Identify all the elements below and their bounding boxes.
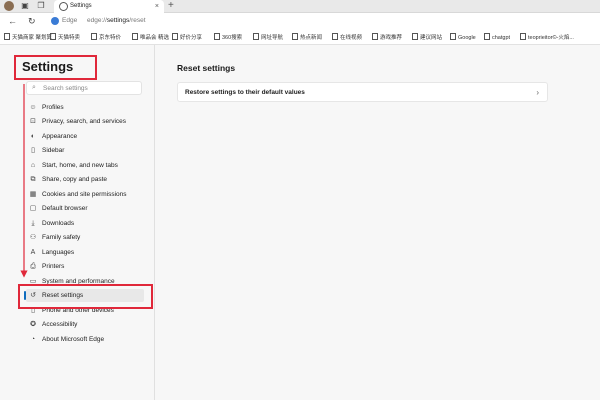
favorite-item[interactable]: 天猫特卖: [50, 33, 80, 43]
url-field[interactable]: Edge edge://settings/reset: [62, 16, 146, 26]
search-icon: ⌕: [32, 84, 36, 91]
page-icon: [132, 33, 138, 40]
favorite-item[interactable]: 游戏推荐: [372, 33, 402, 43]
page-icon: [332, 33, 338, 40]
person-icon: ☺: [29, 104, 37, 111]
language-icon: A: [30, 249, 36, 256]
favorite-item[interactable]: teoprieitor©-火焰...: [520, 33, 574, 43]
page-title: Reset settings: [177, 63, 236, 73]
sidebar-icon: ▯: [31, 147, 35, 154]
sidebar-item-default-browser[interactable]: ▢ Default browser: [26, 202, 144, 215]
restore-defaults-label: Restore settings to their default values: [185, 89, 305, 96]
edge-logo-icon: [51, 17, 59, 25]
sidebar-item-printers[interactable]: ⎙ Printers: [26, 260, 144, 273]
reset-icon: ↺: [30, 292, 36, 299]
favorite-item[interactable]: Google: [450, 33, 476, 43]
home-icon: ⌂: [30, 162, 36, 169]
sidebar-item-reset-settings[interactable]: ↺ Reset settings: [24, 289, 144, 302]
back-button[interactable]: ←: [8, 16, 17, 26]
page-icon: [4, 33, 10, 40]
sidebar-item-downloads[interactable]: ⤓ Downloads: [26, 217, 144, 230]
page-icon: [253, 33, 259, 40]
page-icon: [91, 33, 97, 40]
browser-icon: ▢: [29, 205, 37, 212]
favorite-item[interactable]: 好价分享: [172, 33, 202, 43]
page-icon: [412, 33, 418, 40]
url-prefix: edge://: [87, 17, 107, 24]
sidebar-item-about-edge[interactable]: ◔ About Microsoft Edge: [26, 333, 144, 346]
lock-icon: ⊡: [30, 118, 36, 125]
palette-icon: ◐: [30, 133, 36, 140]
page-icon: [372, 33, 378, 40]
download-icon: ⤓: [31, 220, 35, 227]
favorite-item[interactable]: 360搜索: [214, 33, 242, 43]
cookie-icon: ▦: [29, 191, 37, 198]
sidebar-item-accessibility[interactable]: ✪ Accessibility: [26, 318, 144, 331]
phone-icon: ▯: [31, 307, 35, 314]
sidebar-item-cookies[interactable]: ▦ Cookies and site permissions: [26, 188, 144, 201]
url-suffix: /reset: [129, 17, 146, 24]
page-icon: [292, 33, 298, 40]
address-bar: ← ↻ Edge edge://settings/reset: [0, 13, 600, 30]
favorite-item[interactable]: 天猫商家 聚划算: [4, 33, 52, 43]
system-icon: ▭: [29, 278, 37, 285]
page-icon: [214, 33, 220, 40]
sidebar-item-share-copy[interactable]: ⧉ Share, copy and paste: [26, 173, 144, 186]
edge-label: Edge: [62, 17, 78, 24]
sidebar-item-phone-devices[interactable]: ▯ Phone and other devices: [26, 304, 144, 317]
restore-defaults-row[interactable]: Restore settings to their default values…: [177, 82, 548, 102]
sidebar-item-start-home[interactable]: ⌂ Start, home, and new tabs: [26, 159, 144, 172]
page-icon: [450, 33, 456, 40]
search-input[interactable]: [43, 83, 138, 94]
sidebar-item-appearance[interactable]: ◐ Appearance: [26, 130, 144, 143]
settings-gear-icon: [59, 2, 68, 11]
share-icon: ⧉: [30, 176, 36, 183]
close-tab-icon[interactable]: ×: [155, 0, 159, 13]
page-icon: [520, 33, 526, 40]
sidebar-item-system[interactable]: ▭ System and performance: [26, 275, 144, 288]
favorites-bar: 天猫商家 聚划算 天猫特卖 京东特价 唯品会 精选 好价分享 360搜索 网址导…: [0, 30, 600, 45]
favorite-item[interactable]: 唯品会 精选: [132, 33, 169, 43]
favorite-item[interactable]: 热点新闻: [292, 33, 322, 43]
page-icon: [50, 33, 56, 40]
sidebar-item-privacy[interactable]: ⊡ Privacy, search, and services: [26, 115, 144, 128]
tab-strip: ▣ ❐ Settings × +: [0, 0, 600, 13]
search-box[interactable]: ⌕: [26, 81, 142, 95]
favorite-item[interactable]: chatgpt: [484, 33, 510, 43]
tab-settings[interactable]: Settings ×: [54, 0, 164, 13]
chevron-right-icon: ›: [536, 88, 539, 97]
edge-icon: ◔: [30, 336, 36, 343]
settings-title: Settings: [22, 59, 74, 74]
accessibility-icon: ✪: [30, 321, 36, 328]
page-icon: [172, 33, 178, 40]
profile-avatar[interactable]: [4, 1, 14, 11]
page-icon: [484, 33, 490, 40]
new-tab-button[interactable]: +: [168, 0, 174, 12]
sidebar-item-languages[interactable]: A Languages: [26, 246, 144, 259]
sidebar-item-family-safety[interactable]: ⚇ Family safety: [26, 231, 144, 244]
favorite-item[interactable]: 在线视频: [332, 33, 362, 43]
favorite-item[interactable]: 网址导航: [253, 33, 283, 43]
tab-title: Settings: [70, 3, 92, 9]
tab-actions-icon[interactable]: ❐: [36, 1, 46, 11]
workspaces-icon[interactable]: ▣: [20, 1, 30, 11]
sidebar-item-profiles[interactable]: ☺ Profiles: [26, 101, 144, 114]
url-path: settings: [106, 17, 130, 24]
printer-icon: ⎙: [30, 263, 36, 270]
family-icon: ⚇: [29, 234, 37, 241]
favorite-item[interactable]: 京东特价: [91, 33, 121, 43]
sidebar-item-sidebar[interactable]: ▯ Sidebar: [26, 144, 144, 157]
refresh-button[interactable]: ↻: [28, 16, 36, 26]
favorite-item[interactable]: 建议网站: [412, 33, 442, 43]
